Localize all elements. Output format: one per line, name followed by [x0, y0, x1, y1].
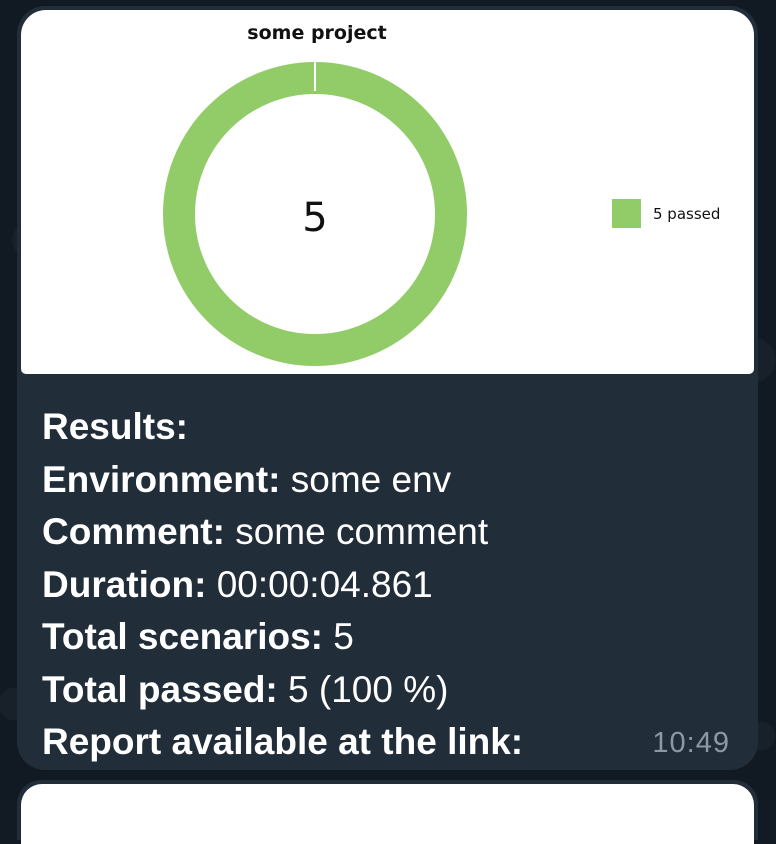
next-chart-title-fragment — [21, 794, 613, 804]
chart-image[interactable]: some project 5 5 passed — [21, 10, 754, 374]
comment-line: Comment: some comment — [42, 511, 489, 552]
next-chart-image[interactable] — [21, 784, 754, 844]
legend-label: 5 passed — [653, 205, 720, 223]
message-bubble[interactable]: some project 5 5 passed Results: Environ… — [17, 6, 758, 770]
total-passed-line: Total passed: 5 (100 %) — [42, 668, 449, 710]
message-text: Results: Environment: some env Comment: … — [42, 401, 732, 769]
total-scenarios-line: Total scenarios: 5 — [42, 616, 354, 657]
report-link-line: Report available at the link: — [42, 721, 524, 762]
donut-chart: 5 5 passed — [163, 62, 720, 366]
legend-swatch — [612, 199, 641, 228]
chart-center-total: 5 — [302, 195, 327, 241]
duration-line: Duration: 00:00:04.861 — [42, 563, 433, 605]
next-message-bubble[interactable] — [17, 780, 758, 844]
message-timestamp: 10:49 — [652, 727, 730, 759]
results-heading: Results: — [42, 406, 188, 447]
environment-line: Environment: some env — [42, 458, 452, 500]
